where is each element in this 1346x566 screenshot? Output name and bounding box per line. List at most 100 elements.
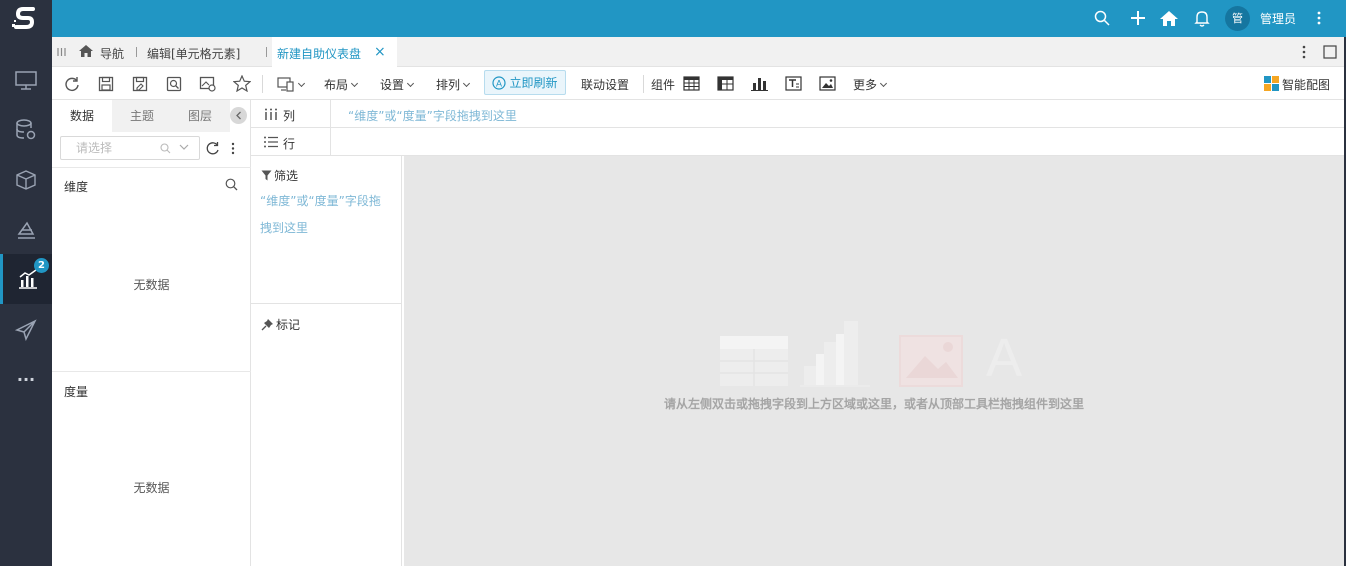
more-dots-icon: ··· <box>16 369 36 389</box>
mark-section[interactable]: 标记 <box>261 316 300 333</box>
linkage-settings-button[interactable]: 联动设置 <box>581 76 629 93</box>
rail-item-cube[interactable] <box>0 155 52 205</box>
dashboard-canvas[interactable]: A 请从左侧双击或拖拽字段到上方区域或这里，或者从顶部工具栏拖拽组件到这里 <box>404 156 1344 566</box>
component-chart-button[interactable] <box>750 74 769 93</box>
arrange-menu[interactable]: 排列 <box>436 76 471 93</box>
collapse-panel-button[interactable] <box>230 107 247 124</box>
maximize-icon[interactable] <box>1323 45 1337 59</box>
bell-icon <box>1194 10 1210 27</box>
tab-active-dashboard[interactable]: 新建自助仪表盘 × <box>272 37 397 67</box>
rail-item-datasource[interactable] <box>0 105 52 155</box>
filter-title: 筛选 <box>274 169 299 183</box>
header-add-button[interactable] <box>1128 8 1148 28</box>
refresh-icon <box>64 76 79 91</box>
rail-item-dashboard[interactable]: 2 <box>0 254 52 304</box>
component-label: 组件 <box>651 78 676 92</box>
notification-badge: 2 <box>34 258 49 273</box>
mark-title: 标记 <box>276 318 301 332</box>
filter-mark-panel: 筛选 “维度”或“度量”字段拖拽到这里 标记 <box>251 156 402 566</box>
save-button[interactable] <box>96 74 115 93</box>
rail-item-analysis[interactable] <box>0 205 52 255</box>
crosstab-icon <box>717 76 734 91</box>
user-name[interactable]: 管理员 <box>1260 10 1296 27</box>
rail-more-button[interactable]: ··· <box>0 354 52 404</box>
home-icon <box>1160 10 1178 26</box>
dimension-title: 维度 <box>64 180 89 194</box>
canvas-empty-message: 请从左侧双击或拖拽字段到上方区域或这里，或者从顶部工具栏拖拽组件到这里 <box>663 397 1084 411</box>
filter-icon <box>261 170 272 181</box>
component-table-button[interactable] <box>682 74 701 93</box>
row-shelf[interactable]: 行 <box>251 128 1346 156</box>
favorite-button[interactable] <box>232 74 251 93</box>
rail-item-monitor[interactable] <box>0 56 52 106</box>
component-text-button[interactable] <box>784 74 803 93</box>
measure-empty-text: 无数据 <box>133 481 170 495</box>
header-more-button[interactable] <box>1309 8 1329 28</box>
photo-settings-icon <box>199 76 216 92</box>
tab-separator <box>136 47 137 57</box>
chevron-down-icon <box>879 79 888 88</box>
table-icon <box>683 76 700 91</box>
save-as-button[interactable] <box>130 74 149 93</box>
refresh-icon[interactable] <box>205 141 220 156</box>
header-notification-button[interactable] <box>1192 8 1212 28</box>
save-icon <box>98 76 113 91</box>
tab-more-icon[interactable] <box>1302 45 1306 59</box>
tab-layers[interactable]: 图层 <box>170 100 230 132</box>
vertical-dots-icon[interactable] <box>231 142 235 155</box>
pin-icon <box>261 319 273 331</box>
component-image-button[interactable] <box>818 74 837 93</box>
refresh-data-button[interactable] <box>62 74 81 93</box>
tab-theme[interactable]: 主题 <box>112 100 172 132</box>
header-home-button[interactable] <box>1159 8 1179 28</box>
preview-button[interactable] <box>164 74 183 93</box>
search-icon <box>1094 10 1110 26</box>
chevron-down-icon <box>297 79 305 88</box>
database-settings-icon <box>16 119 36 140</box>
data-panel: 数据 主题 图层 维度 无数据 度量 无数据 <box>52 100 251 566</box>
rail-item-publish[interactable] <box>0 305 52 355</box>
measure-title: 度量 <box>64 385 89 399</box>
settings-menu-label: 设置 <box>380 78 405 92</box>
svg-text:A: A <box>496 78 502 88</box>
app-logo[interactable] <box>0 0 52 37</box>
tab-close-icon[interactable]: × <box>374 44 386 60</box>
settings-menu[interactable]: 设置 <box>380 76 415 93</box>
toolbar-separator <box>643 75 644 93</box>
tab-menu-icon[interactable] <box>57 47 66 57</box>
row-shelf-label: 行 <box>283 137 296 151</box>
save-as-icon <box>132 76 147 91</box>
shelf-separator <box>330 128 331 155</box>
shelf-separator <box>330 100 331 127</box>
cube-icon <box>16 170 36 190</box>
image-export-button[interactable] <box>198 74 217 93</box>
toolbar: 布局 设置 排列 A 立即刷新 联动设置 组件 更多 智能配图 <box>52 67 1346 100</box>
chevron-down-icon <box>350 79 359 88</box>
tab-edit[interactable]: 编辑[单元格元素] <box>147 45 240 62</box>
svg-text:A: A <box>986 328 1022 388</box>
instant-refresh-label: 立即刷新 <box>509 76 558 90</box>
chevron-down-icon <box>462 79 471 88</box>
column-shelf[interactable]: 列 “维度”或“度量”字段拖拽到这里 <box>251 100 1346 128</box>
tab-separator <box>266 47 267 57</box>
more-menu[interactable]: 更多 <box>853 76 888 93</box>
search-icon[interactable] <box>225 178 238 191</box>
user-avatar[interactable]: 管 <box>1225 6 1250 31</box>
device-switch-button[interactable] <box>275 74 305 93</box>
tab-data[interactable]: 数据 <box>52 100 112 132</box>
filter-section[interactable]: 筛选 <box>261 167 298 184</box>
chevron-down-icon[interactable] <box>179 144 189 151</box>
panel-divider <box>52 167 251 168</box>
component-crosstab-button[interactable] <box>716 74 735 93</box>
layout-menu[interactable]: 布局 <box>324 76 359 93</box>
column-shelf-label: 列 <box>283 109 296 123</box>
top-header: 管 管理员 <box>52 0 1346 37</box>
panel-divider <box>251 303 401 304</box>
chevron-left-icon <box>236 111 241 120</box>
tab-active-label: 新建自助仪表盘 <box>277 47 362 61</box>
header-search-button[interactable] <box>1092 8 1112 28</box>
tab-bar: 导航 编辑[单元格元素] 新建自助仪表盘 × <box>52 37 1346 67</box>
plus-icon <box>1131 11 1145 25</box>
instant-refresh-button[interactable]: A 立即刷新 <box>484 70 566 95</box>
arrange-menu-label: 排列 <box>436 78 461 92</box>
